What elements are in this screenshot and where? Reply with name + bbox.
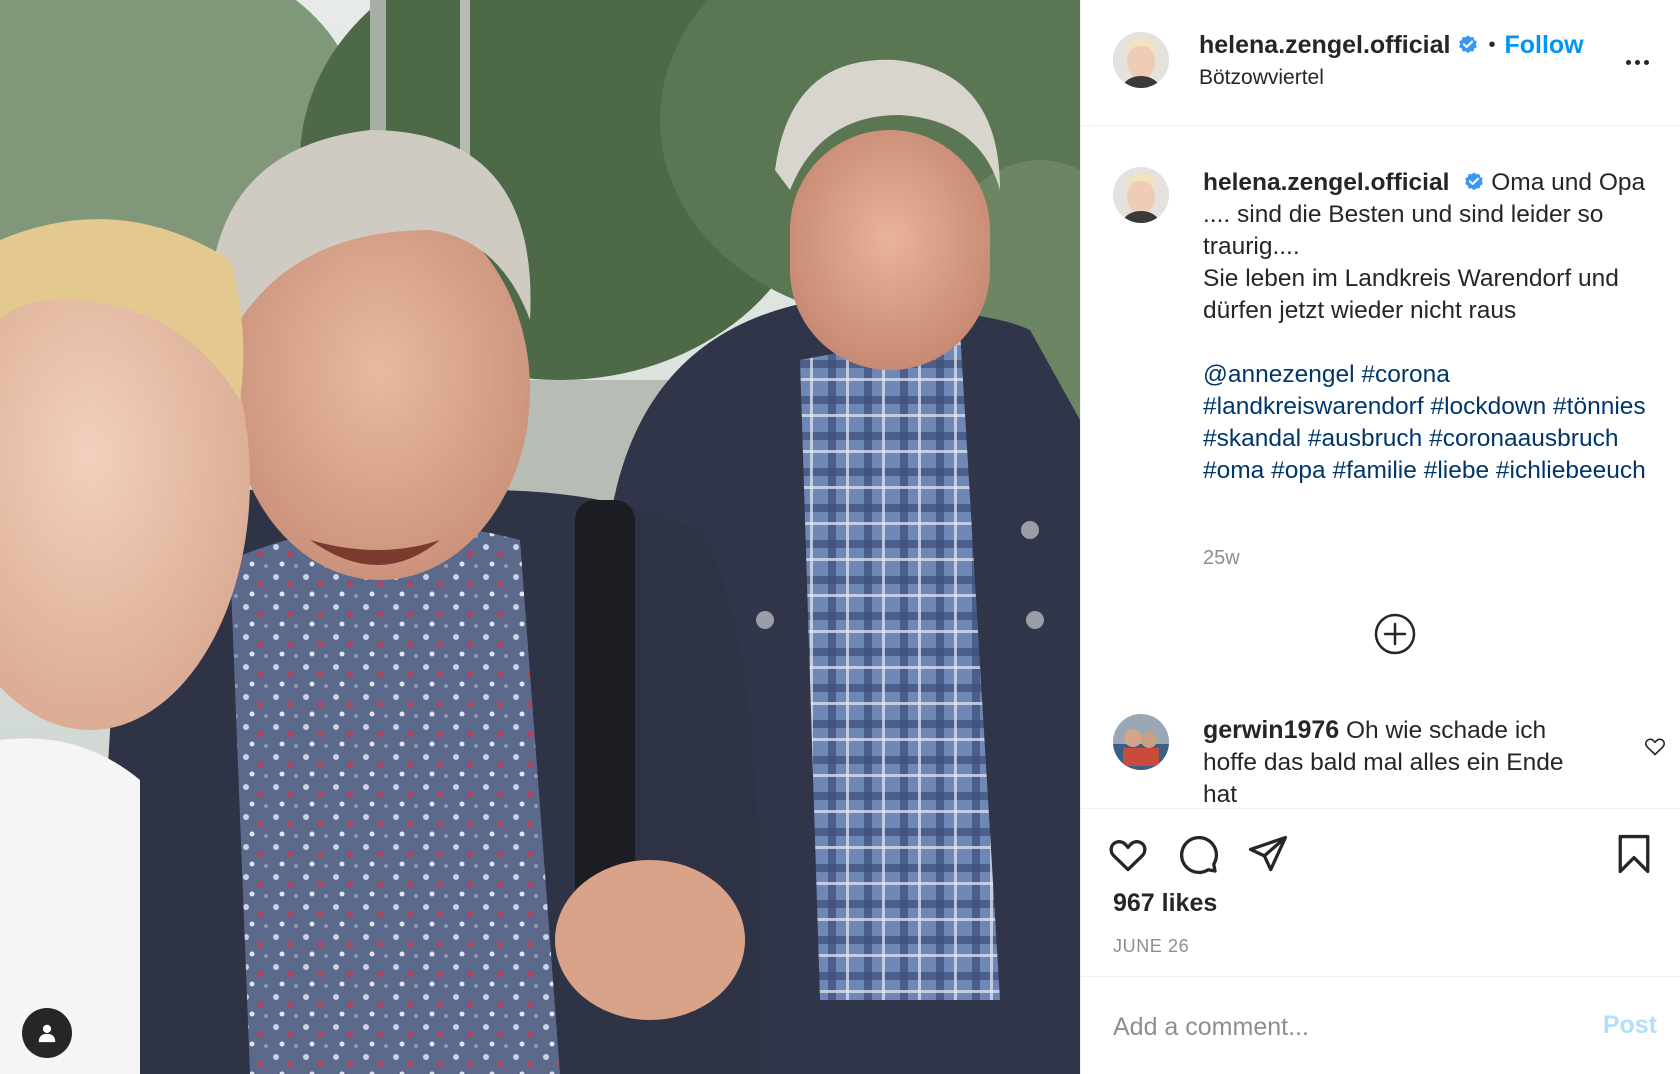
post-image [0,0,1080,1074]
hashtag-link[interactable]: #lockdown [1430,393,1546,420]
mention-link[interactable]: @annezengel [1203,361,1355,388]
hashtag-link[interactable]: #corona [1361,361,1450,388]
tag-user-button[interactable] [22,1008,72,1058]
hashtag-list: @annezengel #corona #landkreiswarendorf … [1203,359,1663,487]
more-dot [1634,59,1640,65]
comment-input[interactable] [1113,1007,1553,1047]
header-username[interactable]: helena.zengel.official [1199,31,1450,60]
post-date[interactable]: JUNE 26 [1113,936,1189,957]
comments-section[interactable]: helena.zengel.official Oma und Opa .... … [1081,127,1680,807]
load-more-comments-icon[interactable] [1373,612,1417,656]
verified-badge-icon [1459,35,1478,54]
author-avatar[interactable] [1113,32,1169,88]
likes-count[interactable]: 967 likes [1113,889,1217,918]
hashtag-link[interactable]: #familie [1332,457,1416,484]
commenter-avatar[interactable] [1113,714,1169,770]
location-link[interactable]: Bötzowviertel [1199,66,1324,90]
hashtag-link[interactable]: #liebe [1424,457,1489,484]
hashtag-link[interactable]: #opa [1271,457,1326,484]
post-header: helena.zengel.official • Follow Bötzowvi… [1081,0,1680,126]
bookmark-icon [1618,834,1650,874]
post-photo[interactable] [0,0,1080,1074]
hashtag-link[interactable]: #oma [1203,457,1264,484]
avatar-image [1113,32,1169,88]
separator-dot: • [1488,33,1496,56]
share-button[interactable] [1245,831,1291,877]
follow-button[interactable]: Follow [1504,31,1583,60]
comment-icon [1179,835,1219,875]
tag-user-icon [38,1024,56,1043]
hashtag-link[interactable]: #coronaausbruch [1429,425,1618,452]
hashtag-link[interactable]: #ausbruch [1308,425,1422,452]
save-button[interactable] [1611,831,1657,877]
commenter-username[interactable]: gerwin1976 [1203,716,1339,744]
verified-badge-icon [1465,172,1484,191]
more-options-button[interactable] [1617,47,1657,77]
caption-line-2: Sie leben im Landkreis Warendorf und dür… [1203,265,1619,324]
post-actions: 967 likes JUNE 26 [1081,808,1680,976]
caption-avatar[interactable] [1113,167,1169,223]
hashtag-link[interactable]: #skandal [1203,425,1301,452]
post-side-panel: helena.zengel.official • Follow Bötzowvi… [1080,0,1680,1074]
like-button[interactable] [1105,831,1151,877]
avatar-image [1113,714,1169,770]
hashtag-link[interactable]: #tönnies [1553,393,1646,420]
comment-heart-icon[interactable] [1643,734,1667,758]
comment-text: gerwin1976 Oh wie schade ich hoffe das b… [1203,714,1603,807]
avatar-image [1113,167,1169,223]
caption-time[interactable]: 25w [1203,547,1240,570]
caption-username[interactable]: helena.zengel.official [1203,169,1449,196]
more-dot [1643,59,1649,65]
header-username-row: helena.zengel.official • Follow [1199,30,1584,60]
hashtag-link[interactable]: #ichliebeeuch [1496,457,1646,484]
hashtag-link[interactable]: #landkreiswarendorf [1203,393,1424,420]
caption-text: helena.zengel.official Oma und Opa .... … [1203,167,1663,487]
heart-icon [1109,840,1147,872]
comment-button[interactable] [1175,831,1221,877]
post-comment-button[interactable]: Post [1603,1011,1657,1040]
add-comment-bar: Post [1081,976,1680,1074]
share-icon [1248,835,1288,872]
more-options-icon [1625,59,1631,65]
